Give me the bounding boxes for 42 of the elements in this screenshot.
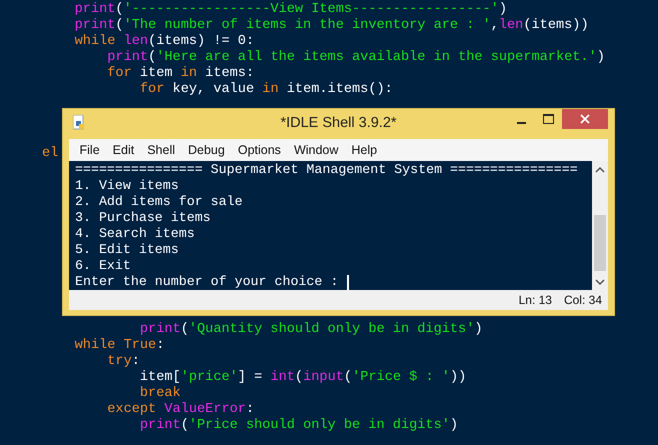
output-line: 3. Purchase items <box>75 210 211 226</box>
code-line: except ValueError: <box>106 402 254 418</box>
output-line: 4. Search items <box>75 226 195 242</box>
code-line: try: <box>106 354 140 370</box>
input-prompt: Enter the number of your choice : <box>75 274 340 290</box>
menu-item[interactable]: Options <box>231 143 288 157</box>
window-title: *IDLE Shell 3.9.2* <box>280 115 397 131</box>
menu-item[interactable]: Shell <box>140 143 182 157</box>
close-icon <box>580 114 590 124</box>
python-icon <box>73 115 86 131</box>
code-line: for item in items: <box>106 66 254 82</box>
maximize-icon <box>543 114 554 124</box>
column-number: Col: 34 <box>564 293 602 307</box>
menu-item[interactable]: Window <box>287 143 345 157</box>
code-line: for key, value in item.items(): <box>138 82 393 98</box>
output-line: 2. Add items for sale <box>75 194 243 210</box>
code-line: item['price'] = int(input('Price $ : ')) <box>138 370 466 386</box>
code-line: el <box>42 146 58 162</box>
menu-item[interactable]: Help <box>344 143 384 157</box>
scrollbar[interactable] <box>592 161 608 290</box>
code-line: print('The number of items in the inventory are : ',len(items)) <box>74 18 589 34</box>
text-cursor <box>347 274 350 290</box>
scroll-up-icon[interactable] <box>595 166 605 174</box>
code-line: while len(items) != 0: <box>74 34 254 50</box>
menu-item[interactable]: Debug <box>182 143 232 157</box>
menu-item[interactable]: File <box>73 143 106 157</box>
code-line: print('Quantity should only be in digits') <box>138 322 483 338</box>
output-line: 5. Edit items <box>75 242 179 258</box>
code-line: print('Price should only be in digits') <box>138 418 458 434</box>
line-number: Ln: 13 <box>518 293 552 307</box>
scroll-thumb[interactable] <box>594 215 606 271</box>
minimize-icon <box>517 122 526 124</box>
code-line: print('-----------------View Items-----------------') <box>74 2 508 18</box>
code-line: break <box>138 386 181 402</box>
menu-item[interactable]: Edit <box>106 143 141 157</box>
code-line: print('Here are all the items available in the supermarket.') <box>106 50 605 66</box>
output-line: ================ Supermarket Management System ================ <box>75 162 578 178</box>
output-line: 6. Exit <box>75 258 131 274</box>
close-button[interactable] <box>562 109 608 129</box>
output-line: 1. View items <box>75 178 179 194</box>
code-line: while True: <box>74 338 164 354</box>
scroll-down-icon[interactable] <box>595 278 605 286</box>
